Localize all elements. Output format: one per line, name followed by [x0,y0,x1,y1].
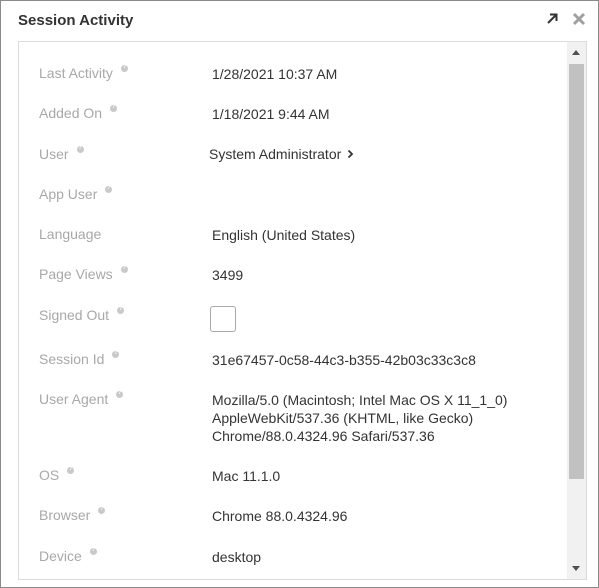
help-icon[interactable] [110,104,118,112]
details-list: Last Activity 1/28/2021 10:37 AM Added O… [19,42,567,579]
details-panel: Last Activity 1/28/2021 10:37 AM Added O… [18,41,587,580]
dialog-titlebar: Session Activity [1,1,598,39]
user-link[interactable]: System Administrator [209,145,354,163]
label-last-activity: Last Activity [39,64,128,81]
help-icon[interactable] [117,306,125,314]
value-device: desktop [212,549,262,565]
value-user: System Administrator [209,146,342,162]
value-os: Mac 11.1.0 [212,468,281,484]
label-os: OS [39,466,75,483]
help-icon[interactable] [120,265,128,273]
session-activity-dialog: Session Activity Last Activity 1/28/2021… [0,0,599,588]
chevron-right-icon [347,145,354,163]
help-icon[interactable] [76,145,84,153]
label-app-user: App User [39,185,113,202]
scroll-down-arrow-icon[interactable] [572,566,580,571]
value-user-agent-line: Mozilla/5.0 (Macintosh; Intel Mac OS X 1… [212,392,508,408]
scrollbar-thumb[interactable] [569,64,584,479]
label-added-on: Added On [39,104,118,121]
signed-out-checkbox[interactable] [210,306,236,332]
help-icon[interactable] [112,350,120,358]
dialog-title: Session Activity [18,12,134,29]
arrow-up-right-icon[interactable] [544,11,560,27]
help-icon[interactable] [98,506,106,514]
value-last-activity: 1/28/2021 10:37 AM [212,66,338,82]
value-user-agent-line: Chrome/88.0.4324.96 Safari/537.36 [212,428,435,444]
label-browser: Browser [39,506,106,523]
value-browser: Chrome 88.0.4324.96 [212,508,348,524]
label-session-id: Session Id [39,350,120,367]
value-added-on: 1/18/2021 9:44 AM [212,106,330,122]
label-user-agent: User Agent [39,390,124,407]
help-icon[interactable] [67,466,75,474]
label-page-views: Page Views [39,265,128,282]
vertical-scrollbar[interactable] [567,42,586,579]
value-user-agent-line: AppleWebKit/537.36 (KHTML, like Gecko) [212,410,474,426]
value-page-views: 3499 [212,267,244,283]
label-language: Language [39,226,102,242]
help-icon[interactable] [89,547,97,555]
help-icon[interactable] [116,390,124,398]
scroll-up-arrow-icon[interactable] [572,50,580,55]
help-icon[interactable] [120,64,128,72]
close-icon[interactable] [571,11,587,27]
help-icon[interactable] [105,185,113,193]
label-device: Device [39,547,97,564]
label-signed-out: Signed Out [39,306,125,323]
value-language: English (United States) [212,227,356,243]
label-user: User [39,145,84,162]
value-session-id: 31e67457-0c58-44c3-b355-42b03c33c3c8 [212,352,476,368]
